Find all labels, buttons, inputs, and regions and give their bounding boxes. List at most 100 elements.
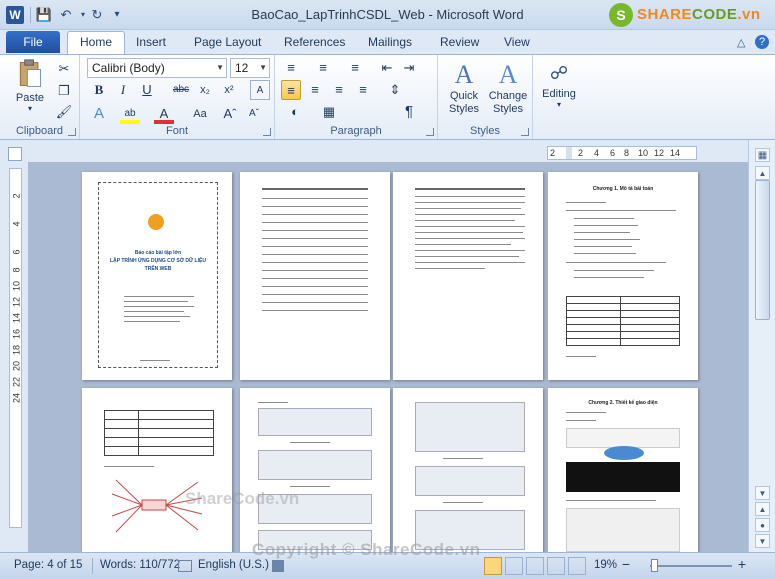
toc-line [262, 310, 368, 311]
page-thumbnail-5[interactable] [82, 388, 232, 552]
clear-formatting-icon[interactable]: A [250, 80, 270, 100]
view-ruler-icon[interactable]: ▦ [755, 148, 770, 162]
table-divider [138, 410, 139, 456]
next-page-icon[interactable]: ▼ [755, 534, 770, 548]
zoom-in-icon[interactable]: + [734, 557, 750, 573]
font-name-combo[interactable]: Calibri (Body) ▼ [87, 58, 227, 78]
text-line [566, 210, 676, 211]
zoom-slider-thumb[interactable] [651, 559, 659, 572]
vertical-scrollbar[interactable]: ▦ ▲ ▼ ▲ ● ▼ [748, 140, 775, 552]
chapter-1-heading: Chương 1. Mô tả bài toán [592, 186, 654, 192]
bold-button[interactable]: B [89, 80, 109, 100]
zoom-out-icon[interactable]: − [618, 557, 634, 573]
tab-review[interactable]: Review [440, 34, 479, 54]
show-formatting-icon[interactable]: ¶ [399, 102, 419, 122]
subscript-button[interactable]: x₂ [195, 80, 215, 100]
text-line [574, 225, 638, 226]
page-thumbnail-2[interactable] [240, 172, 390, 380]
underline-button[interactable]: U [137, 80, 157, 100]
borders-icon[interactable]: ▦ [319, 102, 339, 122]
grow-font-icon[interactable]: Aˆ [220, 104, 240, 124]
change-case-icon[interactable]: Aa [190, 104, 210, 124]
align-left-button[interactable]: ≡ [281, 80, 301, 100]
tab-references[interactable]: References [284, 34, 345, 54]
tab-page-layout[interactable]: Page Layout [194, 34, 261, 54]
vruler-tick: 18 [11, 345, 22, 356]
previous-page-icon[interactable]: ▲ [755, 502, 770, 516]
page-thumbnail-1[interactable]: Báo cáo bài tập lớn LẬP TRÌNH ỨNG DỤNG C… [82, 172, 232, 380]
cut-icon[interactable]: ✂ [54, 59, 74, 79]
tab-view[interactable]: View [504, 34, 530, 54]
draft-view-icon[interactable] [568, 557, 586, 575]
minimize-ribbon-icon[interactable]: △ [737, 36, 745, 49]
font-name-dropdown-icon[interactable]: ▼ [216, 59, 224, 77]
paste-button[interactable]: Paste ▾ [10, 59, 50, 113]
superscript-button[interactable]: x² [219, 80, 239, 100]
help-icon[interactable]: ? [755, 35, 769, 49]
line-spacing-icon[interactable]: ⇕ [385, 80, 405, 100]
clipboard-launcher-icon[interactable] [68, 128, 76, 136]
page-count-status[interactable]: Page: 4 of 15 [14, 559, 82, 571]
document-area[interactable]: Báo cáo bài tập lớn LẬP TRÌNH ỨNG DỤNG C… [28, 162, 748, 552]
school-logo [148, 214, 164, 230]
font-size-dropdown-icon[interactable]: ▼ [259, 59, 267, 77]
vruler-tick: 24 [11, 393, 22, 404]
zoom-level[interactable]: 19% [594, 559, 617, 571]
bullets-icon[interactable]: ≡ [281, 58, 301, 78]
change-styles-button[interactable]: A Change Styles [486, 58, 530, 116]
multilevel-list-icon[interactable]: ≡ [345, 58, 365, 78]
page-thumbnail-6[interactable] [240, 388, 390, 552]
page-thumbnail-3[interactable] [393, 172, 543, 380]
decrease-indent-icon[interactable]: ⇤ [377, 58, 397, 78]
font-size-combo[interactable]: 12 ▼ [230, 58, 270, 78]
font-launcher-icon[interactable] [263, 128, 271, 136]
word-count-status[interactable]: Words: 110/772 [100, 559, 180, 571]
text-effects-icon[interactable]: A [89, 104, 109, 124]
macro-recording-icon[interactable] [272, 560, 284, 572]
text-line [124, 316, 190, 317]
language-status[interactable]: English (U.S.) [198, 559, 269, 571]
justify-button[interactable]: ≡ [353, 80, 373, 100]
tab-insert[interactable]: Insert [136, 34, 166, 54]
tab-selector-button[interactable] [8, 147, 22, 161]
align-center-button[interactable]: ≡ [305, 80, 325, 100]
select-browse-object-icon[interactable]: ● [755, 518, 770, 532]
paragraph-launcher-icon[interactable] [426, 128, 434, 136]
page-thumbnail-8[interactable]: Chương 2. Thiết kế giao diện [548, 388, 698, 552]
font-color-icon[interactable]: A [154, 104, 174, 124]
page-thumbnail-4[interactable]: Chương 1. Mô tả bài toán [548, 172, 698, 380]
quick-styles-button[interactable]: A Quick Styles [442, 58, 486, 116]
align-right-button[interactable]: ≡ [329, 80, 349, 100]
change-styles-label: Change Styles [488, 90, 528, 115]
page-thumbnail-7[interactable] [393, 388, 543, 552]
styles-launcher-icon[interactable] [521, 128, 529, 136]
web-layout-view-icon[interactable] [526, 557, 544, 575]
hruler-indent-marker[interactable] [566, 147, 572, 159]
numbering-icon[interactable]: ≡ [313, 58, 333, 78]
format-painter-icon[interactable]: 🖌 [54, 102, 74, 122]
zoom-slider[interactable] [650, 565, 732, 567]
scroll-up-arrow-icon[interactable]: ▲ [755, 166, 770, 180]
font-size-value: 12 [235, 61, 249, 75]
copyright-watermark: Copyright © ShareCode.vn [252, 540, 481, 559]
print-layout-view-icon[interactable] [484, 557, 502, 575]
proofing-icon[interactable] [178, 560, 192, 572]
editing-label: Editing [542, 88, 576, 100]
highlight-icon[interactable]: ab [120, 104, 140, 124]
strikethrough-button[interactable]: abc [171, 80, 191, 100]
increase-indent-icon[interactable]: ⇥ [399, 58, 419, 78]
tab-file[interactable]: File [6, 31, 60, 53]
full-screen-reading-view-icon[interactable] [505, 557, 523, 575]
tab-home[interactable]: Home [67, 31, 126, 54]
copy-icon[interactable]: ❐ [54, 81, 74, 101]
shrink-font-icon[interactable]: Aˇ [244, 104, 264, 124]
paste-dropdown-icon[interactable]: ▾ [10, 104, 50, 113]
scroll-down-arrow-icon[interactable]: ▼ [755, 486, 770, 500]
tab-mailings[interactable]: Mailings [368, 34, 412, 54]
editing-button[interactable]: ☍ Editing ▾ [537, 58, 581, 109]
requirements-table [566, 296, 680, 346]
scrollbar-thumb[interactable] [755, 180, 770, 320]
outline-view-icon[interactable] [547, 557, 565, 575]
italic-button[interactable]: I [113, 80, 133, 100]
shading-icon[interactable]: ◐ [285, 102, 305, 122]
